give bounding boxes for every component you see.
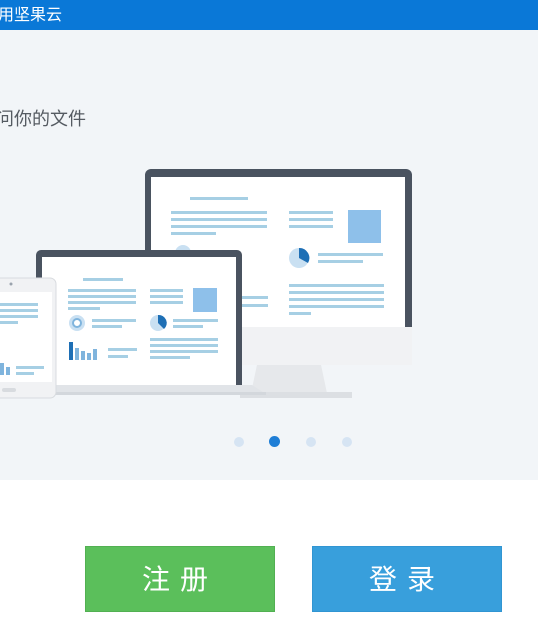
carousel-dot-3[interactable] bbox=[306, 437, 316, 447]
window-title: 用坚果云 bbox=[0, 5, 63, 24]
carousel-dot-1[interactable] bbox=[234, 437, 244, 447]
carousel-dot-4[interactable] bbox=[342, 437, 352, 447]
login-button[interactable]: 登录 bbox=[312, 546, 502, 612]
title-bar: 用坚果云 bbox=[0, 0, 538, 30]
intro-carousel: 问你的文件 bbox=[0, 30, 538, 480]
register-button[interactable]: 注册 bbox=[85, 546, 275, 612]
carousel-dot-2[interactable] bbox=[269, 436, 280, 447]
carousel-pagination bbox=[0, 30, 538, 480]
